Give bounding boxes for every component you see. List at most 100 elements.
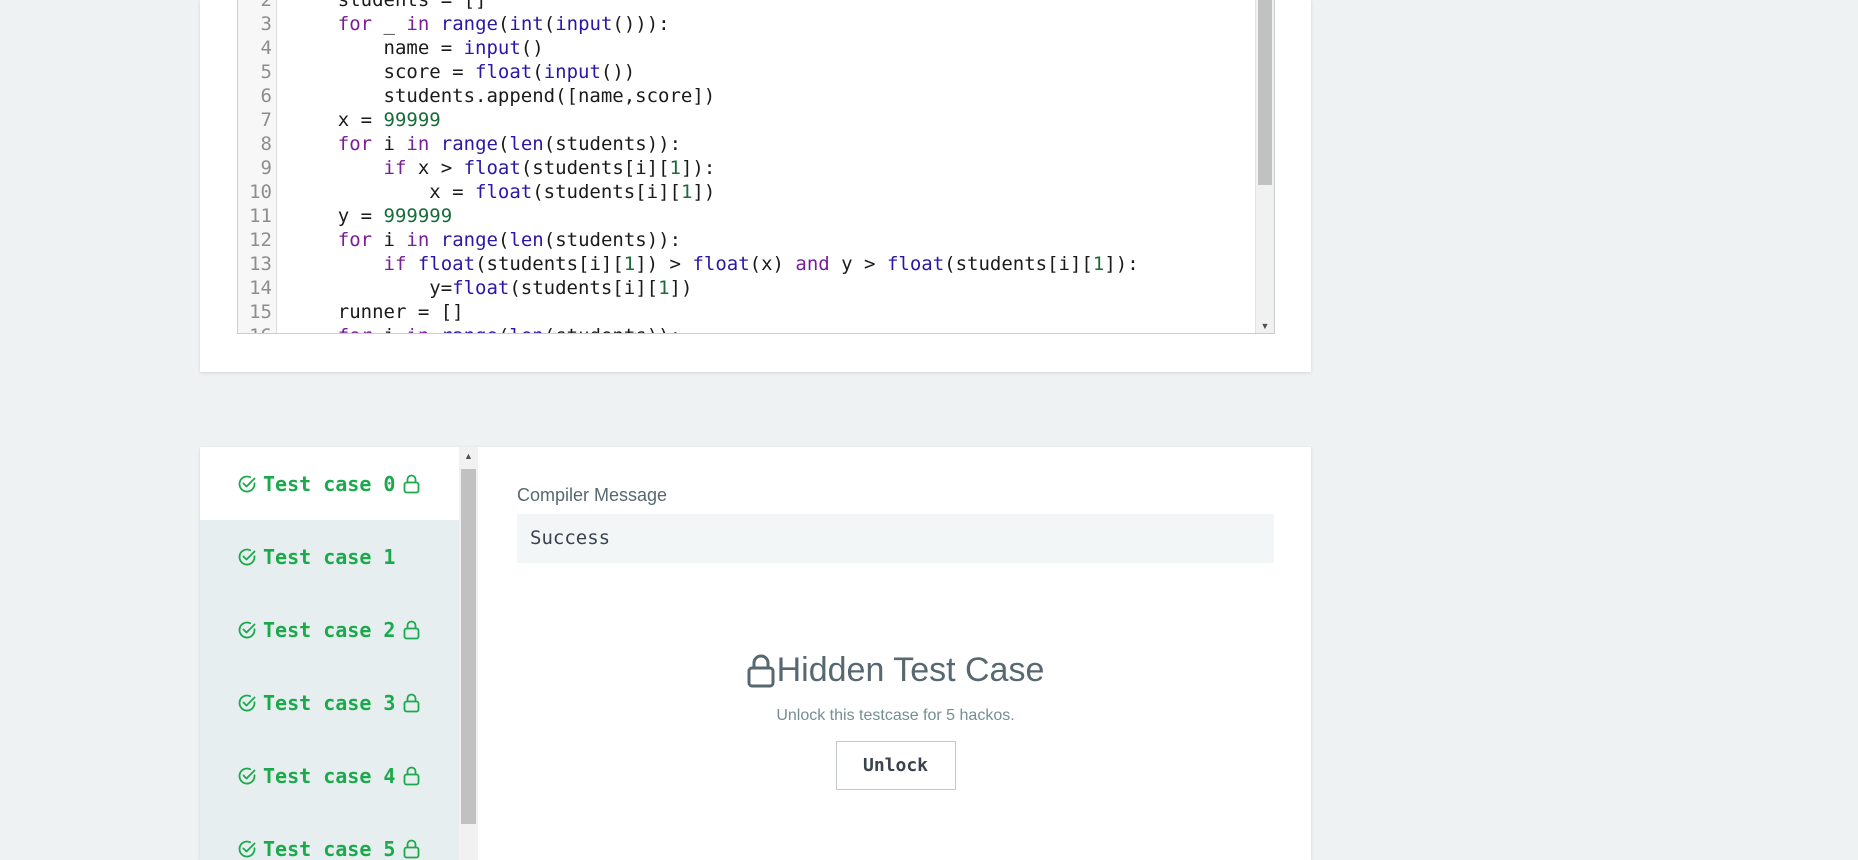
code-line[interactable]: 10 x = float(students[i][1])	[238, 180, 1254, 204]
check-circle-icon	[238, 840, 256, 857]
code-line[interactable]: 9 if x > float(students[i][1]):	[238, 156, 1254, 180]
tab-list-scrollbar[interactable]: ▲	[459, 447, 478, 860]
code-token: float	[417, 253, 476, 275]
code-token: i	[372, 325, 406, 333]
code-editor-card: 2 students = [] 3 for _ in range(int(inpu…	[200, 0, 1311, 372]
editor-scrollbar[interactable]: ▼	[1255, 0, 1274, 333]
code-token: float	[475, 181, 533, 203]
tab-test-case-2[interactable]: Test case 2	[200, 593, 459, 666]
code-text[interactable]: y = 999999	[292, 204, 452, 228]
code-line[interactable]: 12 for i in range(len(students)):	[238, 228, 1254, 252]
line-number: 10	[249, 181, 272, 203]
code-line[interactable]: 3 for _ in range(int(input())):	[238, 12, 1254, 36]
lock-icon	[404, 839, 420, 858]
test-case-tab-list: Test case 0 Test case 1 Test case 2 Test ca…	[200, 447, 459, 860]
code-text[interactable]: for _ in range(int(input())):	[292, 12, 670, 36]
code-text[interactable]: x = float(students[i][1])	[292, 180, 715, 204]
code-token: in	[406, 229, 430, 251]
hidden-test-case-title: Hidden Test Case	[776, 651, 1045, 689]
code-token: input	[555, 13, 613, 35]
code-token: float	[692, 253, 750, 275]
check-circle-icon	[238, 475, 256, 492]
line-number: 8	[260, 133, 272, 155]
code-lines[interactable]: 2 students = [] 3 for _ in range(int(inpu…	[238, 0, 1254, 333]
code-line[interactable]: 13 if float(students[i][1]) > float(x) a…	[238, 252, 1254, 276]
code-text[interactable]: runner = []	[292, 300, 464, 324]
tab-test-case-5[interactable]: Test case 5	[200, 812, 459, 860]
code-token: (x)	[749, 253, 796, 275]
code-token: (students[i][	[532, 181, 681, 203]
code-token: range	[440, 133, 498, 155]
code-line[interactable]: 8 for i in range(len(students)):	[238, 132, 1254, 156]
hidden-test-case-heading: Hidden Test Case	[747, 651, 1045, 690]
line-number: 13	[249, 253, 272, 275]
code-token: 1	[680, 181, 693, 203]
code-token: y=	[292, 277, 453, 299]
code-text[interactable]: for i in range(len(students)):	[292, 132, 681, 156]
code-token: ]):	[1104, 253, 1139, 275]
line-number: 7	[260, 109, 272, 131]
line-number: 2	[260, 0, 272, 11]
code-token: len	[509, 229, 544, 251]
code-line[interactable]: 7 x = 99999	[238, 108, 1254, 132]
editor-scrollbar-thumb[interactable]	[1258, 0, 1272, 185]
code-token: input	[543, 61, 601, 83]
code-text[interactable]: x = 99999	[292, 108, 441, 132]
code-line[interactable]: 4 name = input()	[238, 36, 1254, 60]
line-number: 15	[249, 301, 272, 323]
code-token: if	[383, 157, 407, 179]
code-text[interactable]: students = []	[292, 0, 487, 12]
lock-icon	[404, 474, 420, 493]
tab-test-case-3[interactable]: Test case 3	[200, 666, 459, 739]
unlock-button[interactable]: Unlock	[835, 740, 956, 790]
code-line[interactable]: 14 y=float(students[i][1])	[238, 276, 1254, 300]
code-line[interactable]: 16 for i in range(len(students)):	[238, 324, 1254, 333]
code-token: in	[406, 133, 430, 155]
code-text[interactable]: for i in range(len(students)):	[292, 324, 681, 333]
code-text[interactable]: if float(students[i][1]) > float(x) and …	[292, 252, 1139, 276]
check-circle-icon	[238, 767, 256, 784]
code-text[interactable]: y=float(students[i][1])	[292, 276, 692, 300]
code-line[interactable]: 2 students = []	[238, 0, 1254, 12]
compiler-message-label: Compiler Message	[517, 485, 668, 505]
code-token: (students)):	[543, 133, 682, 155]
code-token: ])	[669, 277, 693, 299]
code-token: input	[463, 37, 521, 59]
code-token: 1	[669, 157, 681, 179]
code-text[interactable]: score = float(input())	[292, 60, 636, 84]
tab-list-scrollbar-thumb[interactable]	[461, 469, 476, 824]
code-token: ]) >	[635, 253, 693, 275]
line-number: 11	[249, 205, 272, 227]
line-number: 12	[249, 229, 272, 251]
scroll-down-arrow-icon[interactable]: ▼	[1256, 321, 1274, 331]
code-editor[interactable]: 2 students = [] 3 for _ in range(int(inpu…	[237, 0, 1275, 334]
code-token: (	[498, 325, 509, 333]
code-line[interactable]: 15 runner = []	[238, 300, 1254, 324]
lock-icon	[404, 766, 420, 785]
tab-label: Test case 0	[263, 471, 396, 496]
code-line[interactable]: 5 score = float(input())	[238, 60, 1254, 84]
code-line[interactable]: 11 y = 999999	[238, 204, 1254, 228]
code-token: float	[463, 157, 521, 179]
code-token: 1	[658, 277, 670, 299]
code-token: for	[337, 229, 373, 251]
tab-test-case-4[interactable]: Test case 4	[200, 739, 459, 812]
tab-test-case-0[interactable]: Test case 0	[200, 447, 459, 520]
code-line[interactable]: 6 students.append([name,score])	[238, 84, 1254, 108]
code-token: for	[337, 133, 373, 155]
code-text[interactable]: for i in range(len(students)):	[292, 228, 681, 252]
code-text[interactable]: name = input()	[292, 36, 544, 60]
code-token: for	[337, 13, 373, 35]
code-token: float	[452, 277, 510, 299]
code-token: (	[497, 229, 510, 251]
tab-test-case-1[interactable]: Test case 1	[200, 520, 459, 593]
scroll-up-arrow-icon[interactable]: ▲	[459, 451, 478, 461]
code-token: if	[383, 253, 407, 275]
lock-icon	[747, 654, 775, 687]
line-number: 9	[260, 157, 272, 179]
code-text[interactable]: if x > float(students[i][1]):	[292, 156, 716, 180]
code-text[interactable]: students.append([name,score])	[292, 84, 716, 108]
